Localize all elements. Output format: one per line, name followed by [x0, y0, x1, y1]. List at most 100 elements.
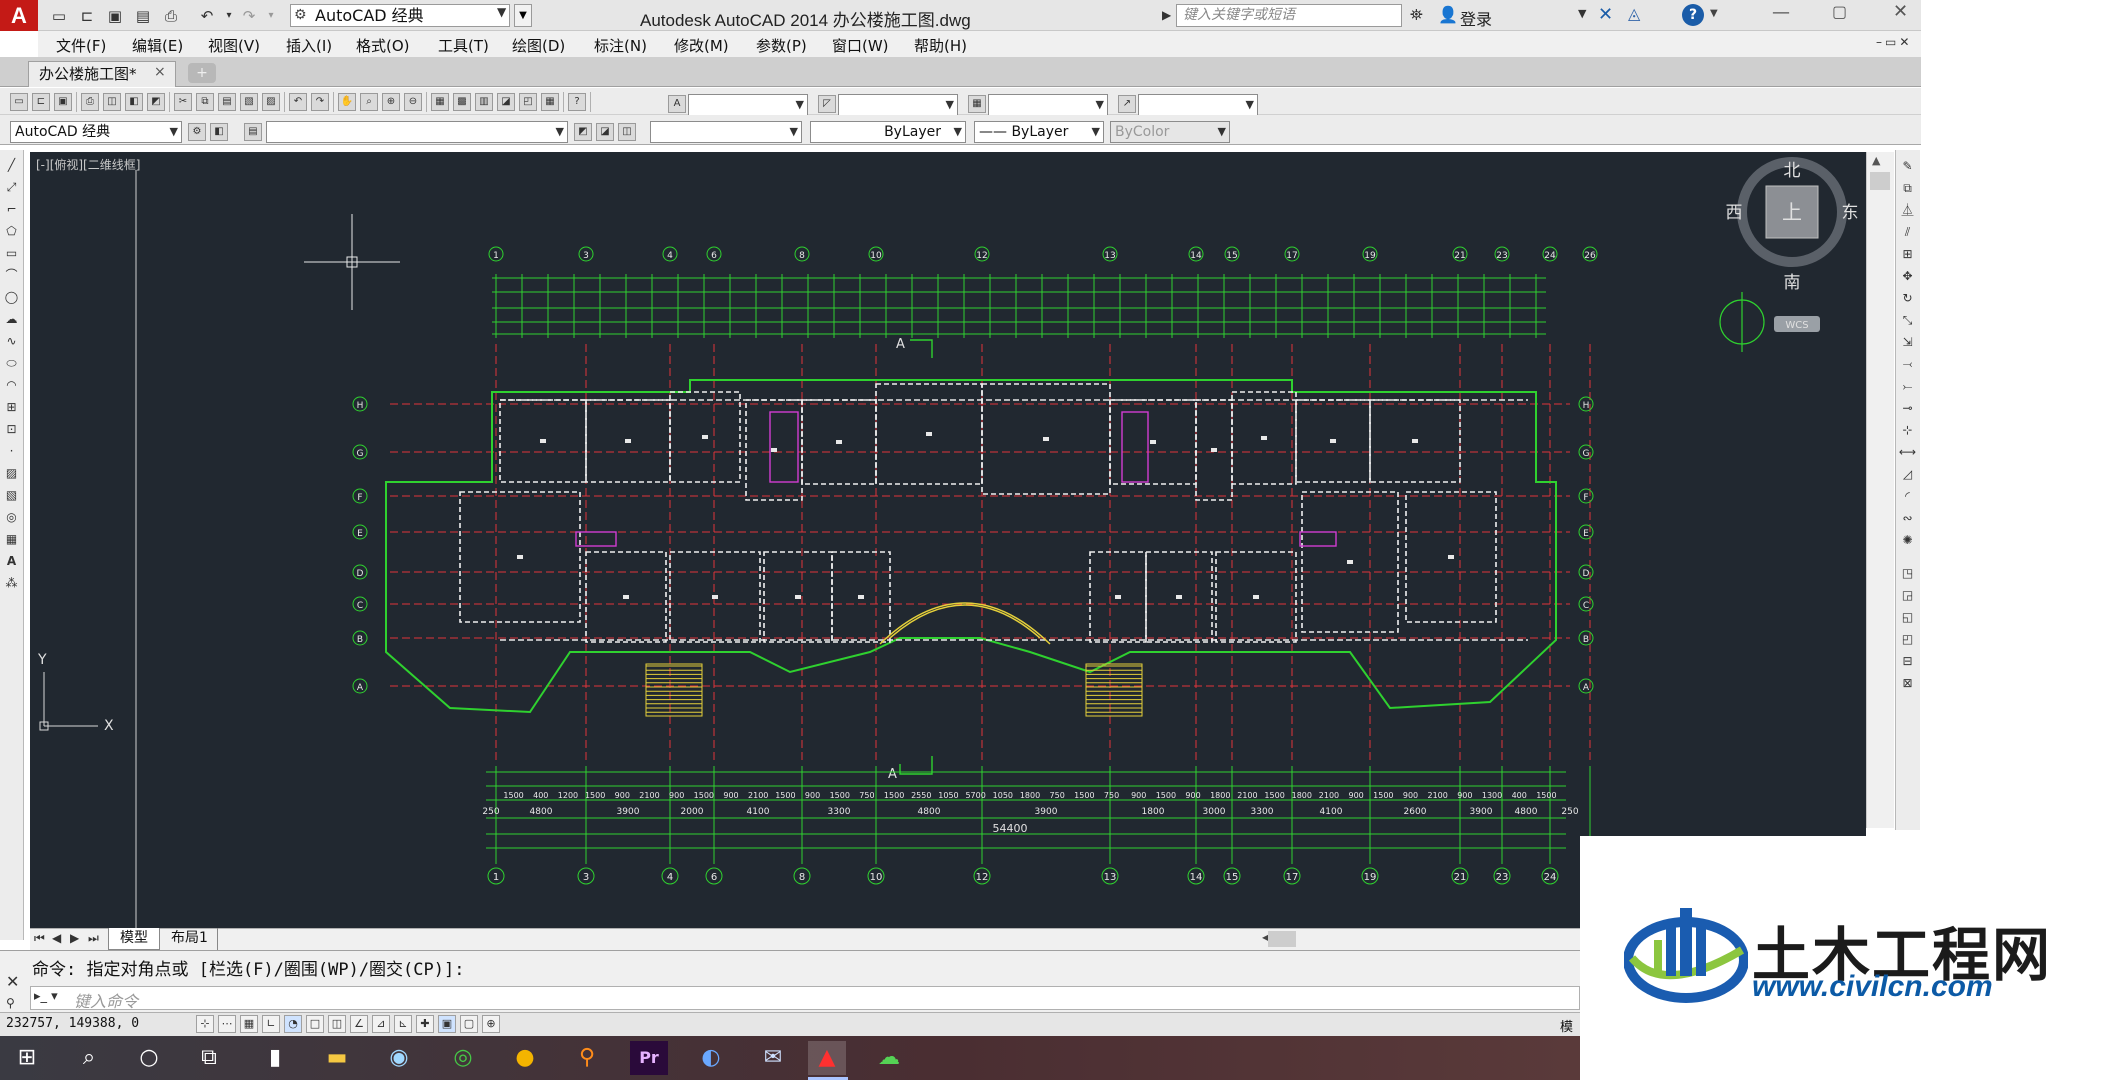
erase-icon[interactable]: ✎	[1898, 157, 1917, 175]
chrome-icon[interactable]: ●	[506, 1041, 544, 1075]
autocad-taskbar-icon[interactable]: ▲	[808, 1041, 846, 1075]
last-layout-icon[interactable]: ⏭	[88, 931, 99, 946]
linetype-select[interactable]: ByLayer ▼	[810, 121, 966, 143]
layer-state-icon[interactable]: ◫	[618, 123, 636, 141]
multiline-text-icon[interactable]: A	[3, 553, 20, 570]
arc-icon[interactable]: ⌒	[3, 267, 20, 284]
drawing-canvas[interactable]: 1 3 4 6 8 10 12 13 14 15 17 19 21 23 24 26	[30, 152, 1866, 928]
open-icon[interactable]: ⊏	[32, 93, 50, 111]
draw-order-back-icon[interactable]: ◲	[1898, 586, 1917, 604]
horizontal-scroll-thumb[interactable]	[1268, 931, 1296, 947]
layer-properties-icon[interactable]: ▤	[244, 123, 262, 141]
rectangle-icon[interactable]: ▭	[3, 245, 20, 262]
table-style-select[interactable]: ▼	[988, 94, 1108, 116]
lineweight-icon[interactable]: ✚	[416, 1015, 434, 1033]
3d-print-icon[interactable]: ◩	[147, 93, 165, 111]
vertical-scrollbar[interactable]	[1866, 152, 1894, 828]
workspace-select[interactable]: AutoCAD 经典 ▼	[10, 121, 182, 143]
selection-cycling-icon[interactable]: ⊕	[482, 1015, 500, 1033]
user-icon[interactable]: 👤	[1438, 5, 1458, 24]
calculator-icon[interactable]: ▦	[541, 93, 559, 111]
stretch-icon[interactable]: ⇲	[1898, 333, 1917, 351]
polar-tracking-icon[interactable]: ◔	[284, 1015, 302, 1033]
break-at-point-icon[interactable]: ⊸	[1898, 399, 1917, 417]
new-icon[interactable]: ▭	[10, 93, 28, 111]
layer-previous-icon[interactable]: ◪	[596, 123, 614, 141]
close-button[interactable]: ✕	[1893, 1, 1908, 22]
properties-icon[interactable]: ▦	[431, 93, 449, 111]
customize-icon[interactable]: ⚲	[6, 996, 15, 1010]
allow-dynamic-ucs-icon[interactable]: ⊿	[372, 1015, 390, 1033]
block-editor-icon[interactable]: ▨	[262, 93, 280, 111]
move-icon[interactable]: ✥	[1898, 267, 1917, 285]
table-icon[interactable]: ▦	[3, 531, 20, 548]
point-icon[interactable]: ·	[3, 443, 20, 460]
menu-parametric[interactable]: 参数(P)	[756, 35, 807, 56]
object-snap-tracking-icon[interactable]: ∠	[350, 1015, 368, 1033]
close-tab-icon[interactable]: ×	[154, 64, 166, 80]
minimize-button[interactable]: —	[1772, 2, 1790, 23]
redo-dropdown-icon[interactable]: ▾	[260, 4, 282, 26]
color-select[interactable]: ▼	[650, 121, 802, 143]
copy-object-icon[interactable]: ⧉	[1898, 179, 1917, 197]
send-under-icon[interactable]: ◰	[1898, 630, 1917, 648]
lineweight-select[interactable]: —— ByLayer ▼	[974, 121, 1104, 143]
bring-above-icon[interactable]: ◱	[1898, 608, 1917, 626]
autocad-logo-icon[interactable]: A	[0, 0, 38, 31]
menu-format[interactable]: 格式(O)	[356, 35, 410, 56]
join-icon[interactable]: ⟷	[1898, 443, 1917, 461]
menu-help[interactable]: 帮助(H)	[914, 35, 967, 56]
mail-app-icon[interactable]: ✉	[754, 1041, 792, 1075]
coordinate-readout[interactable]: 232757, 149388, 0	[6, 1016, 139, 1031]
new-file-icon[interactable]: ▭	[48, 4, 70, 26]
polygon-icon[interactable]: ⬠	[3, 223, 20, 240]
model-space-indicator[interactable]: 模	[1560, 1016, 1573, 1035]
undo-dropdown-icon[interactable]: ▾	[218, 4, 240, 26]
dynamic-input-icon[interactable]: ⊾	[394, 1015, 412, 1033]
viewcube-east[interactable]: 东	[1842, 203, 1859, 223]
revision-cloud-icon[interactable]: ☁	[3, 311, 20, 328]
snap-mode-icon[interactable]: ⋯	[218, 1015, 236, 1033]
draw-order-front-icon[interactable]: ◳	[1898, 564, 1917, 582]
sheet-set-icon[interactable]: ◪	[497, 93, 515, 111]
workspace-select[interactable]: AutoCAD 经典	[290, 4, 510, 27]
menu-tools[interactable]: 工具(T)	[438, 35, 489, 56]
array-icon[interactable]: ⊞	[1898, 245, 1917, 263]
infer-constraints-icon[interactable]: ⊹	[196, 1015, 214, 1033]
extend-icon[interactable]: ⤚	[1898, 377, 1917, 395]
save-icon[interactable]: ▣	[54, 93, 72, 111]
undo-icon[interactable]: ↶	[196, 4, 218, 26]
command-input-box[interactable]	[30, 986, 1580, 1010]
design-center-icon[interactable]: ▩	[453, 93, 471, 111]
workspace-settings-icon[interactable]: ⚙	[188, 123, 206, 141]
plot-preview-icon[interactable]: ◫	[103, 93, 121, 111]
search-icon[interactable]: ⌕	[70, 1041, 108, 1075]
circle-icon[interactable]: ◯	[3, 289, 20, 306]
polyline-icon[interactable]: ⌐	[3, 201, 20, 218]
break-icon[interactable]: ⊹	[1898, 421, 1917, 439]
media-player-icon[interactable]: ◐	[692, 1041, 730, 1075]
menu-window[interactable]: 窗口(W)	[832, 35, 889, 56]
trim-icon[interactable]: ⤙	[1898, 355, 1917, 373]
insert-block-icon[interactable]: ⊞	[3, 399, 20, 416]
layer-manager-icon[interactable]: ◧	[210, 123, 228, 141]
menu-dimension[interactable]: 标注(N)	[594, 35, 647, 56]
close-command-line-icon[interactable]: ✕	[6, 972, 19, 991]
redo-icon[interactable]: ↷	[238, 4, 260, 26]
explode-icon[interactable]: ✺	[1898, 531, 1917, 549]
make-block-icon[interactable]: ⊡	[3, 421, 20, 438]
windows-start-icon[interactable]: ⊞	[8, 1041, 46, 1075]
region-icon[interactable]: ◎	[3, 509, 20, 526]
search-expand-icon[interactable]: ▶	[1162, 4, 1176, 27]
ellipse-arc-icon[interactable]: ◠	[3, 377, 20, 394]
ortho-mode-icon[interactable]: ∟	[262, 1015, 280, 1033]
next-layout-icon[interactable]: ▶	[70, 931, 79, 945]
make-current-layer-icon[interactable]: ◩	[574, 123, 592, 141]
menu-modify[interactable]: 修改(M)	[674, 35, 729, 56]
transparency-icon[interactable]: ▣	[438, 1015, 456, 1033]
mirror-icon[interactable]: ⏅	[1898, 201, 1917, 219]
markup-icon[interactable]: ◰	[519, 93, 537, 111]
maximize-button[interactable]: ▢	[1832, 2, 1847, 21]
publish-icon[interactable]: ◧	[125, 93, 143, 111]
quick-properties-icon[interactable]: ▢	[460, 1015, 478, 1033]
